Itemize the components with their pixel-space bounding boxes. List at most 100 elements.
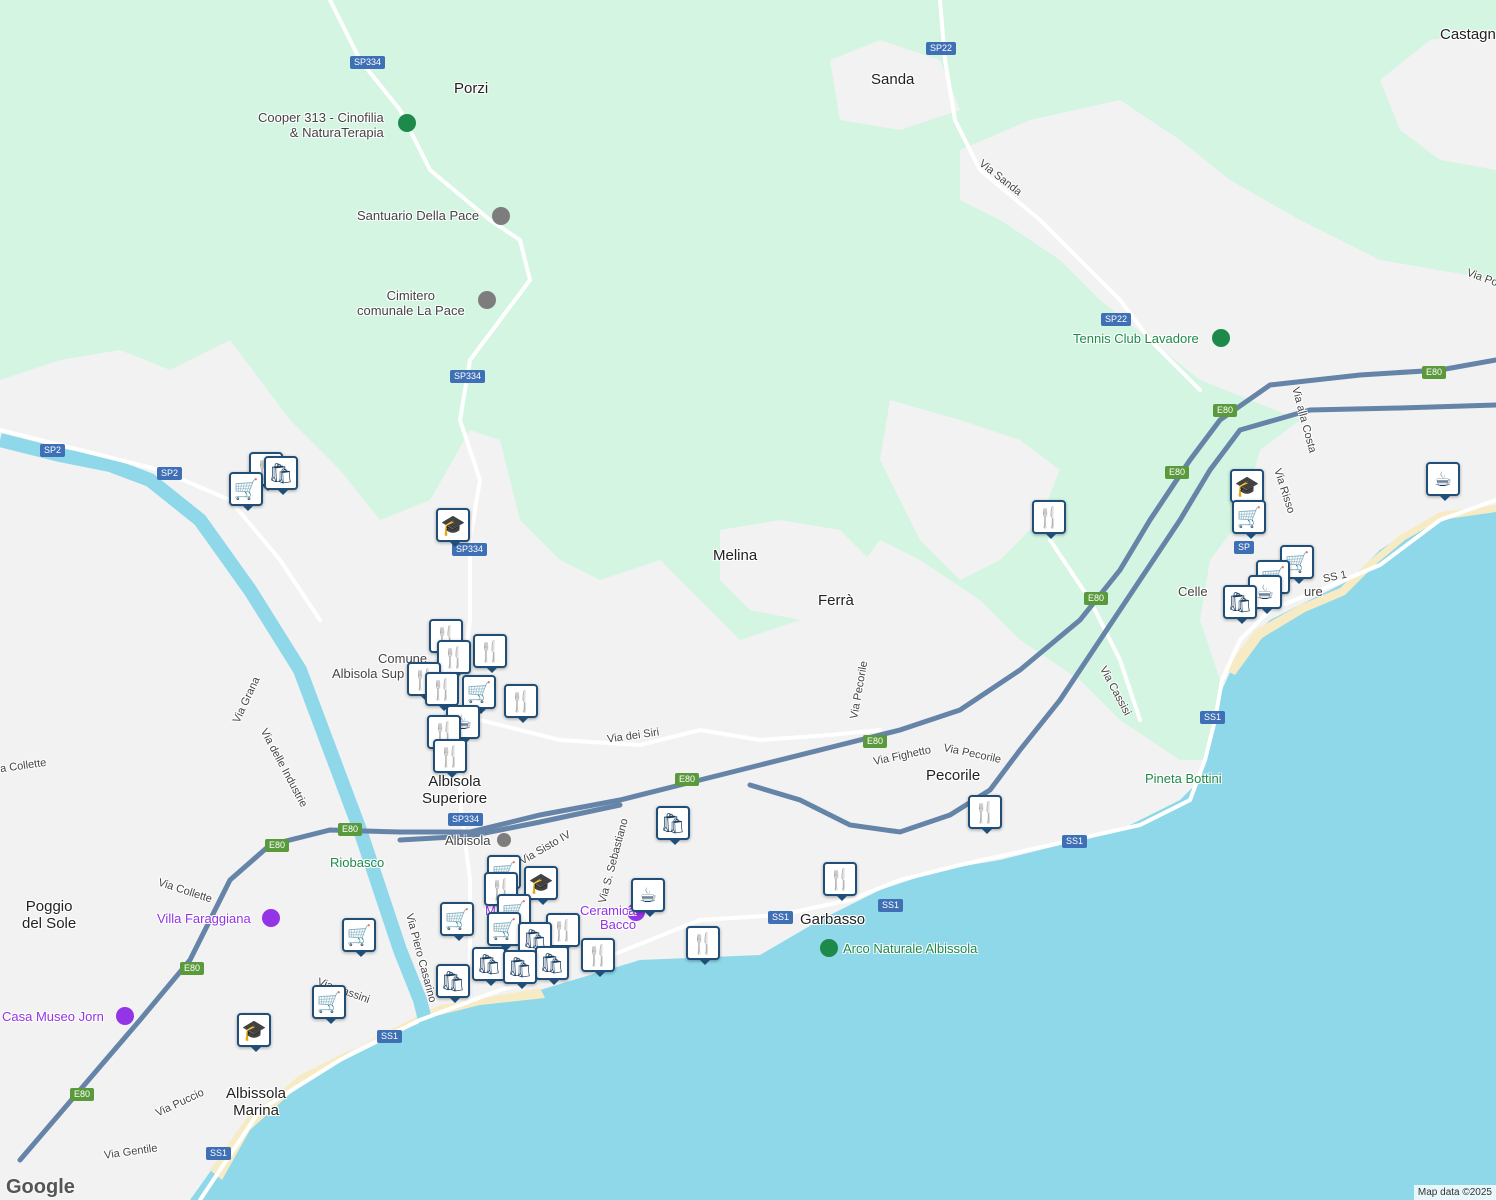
place-albissola-marina-line2: Marina: [233, 1102, 279, 1119]
place-porzi: Porzi: [454, 80, 489, 97]
restaurant-icon: 🍴: [508, 689, 534, 713]
shopping-bag-icon: 🛍: [476, 952, 502, 976]
shield-e80: E80: [1422, 366, 1447, 379]
shopping-marker[interactable]: 🛒: [487, 912, 521, 951]
place-poggio-line2: del Sole: [22, 915, 77, 932]
shopping-marker[interactable]: 🛒: [440, 902, 474, 941]
school-marker[interactable]: 🎓: [1230, 469, 1264, 508]
shopping-marker[interactable]: 🛒: [1232, 500, 1266, 539]
shield-e80: E80: [180, 962, 205, 975]
restaurant-marker[interactable]: 🍴: [823, 862, 857, 901]
restaurant-marker[interactable]: 🍴: [433, 739, 467, 778]
train-station-icon[interactable]: [497, 833, 511, 847]
cafe-icon: ☕: [639, 883, 657, 907]
poi-cimitero[interactable]: Cimitero comunale La Pace: [357, 288, 465, 318]
poi-santuario[interactable]: Santuario Della Pace: [357, 208, 479, 223]
poi-villa[interactable]: Villa Faraggiana: [157, 911, 251, 926]
store-marker[interactable]: 🛍: [472, 947, 506, 986]
cafe-marker[interactable]: ☕: [631, 878, 665, 917]
store-marker[interactable]: 🛍: [436, 964, 470, 1003]
place-sanda: Sanda: [871, 71, 915, 88]
shopping-cart-icon: 🛒: [466, 680, 492, 704]
place-celle: Celle: [1178, 584, 1208, 599]
tennis-icon[interactable]: [1212, 329, 1230, 347]
restaurant-icon: 🍴: [690, 931, 716, 955]
poi-arco[interactable]: Arco Naturale Albissola: [843, 941, 977, 956]
shield-ss1: SS1: [878, 899, 904, 912]
restaurant-icon: 🍴: [437, 744, 463, 768]
shield-sp334: SP334: [350, 56, 386, 69]
arch-icon[interactable]: [820, 939, 838, 957]
shopping-bag-icon: 🛍: [1227, 590, 1253, 614]
place-ferra: Ferrà: [818, 592, 854, 609]
shopping-cart-icon: 🛒: [316, 990, 342, 1014]
restaurant-marker[interactable]: 🍴: [686, 926, 720, 965]
cafe-icon: ☕: [1434, 467, 1452, 491]
poi-tennis[interactable]: Tennis Club Lavadore: [1073, 331, 1199, 346]
restaurant-icon: 🍴: [827, 867, 853, 891]
shopping-bag-icon: 🛍: [660, 811, 686, 835]
restaurant-icon: 🍴: [477, 639, 503, 663]
place-melina: Melina: [713, 547, 758, 564]
shield-sp334: SP334: [448, 813, 484, 826]
poi-cooper[interactable]: Cooper 313 - Cinofilia & NaturaTerapia: [258, 110, 384, 140]
store-marker[interactable]: 🛍: [1223, 585, 1257, 624]
restaurant-marker[interactable]: 🍴: [968, 795, 1002, 834]
poi-pineta[interactable]: Pineta Bottini: [1145, 771, 1222, 786]
poi-casa-museo[interactable]: Casa Museo Jorn: [2, 1009, 104, 1024]
school-icon: 🎓: [241, 1018, 267, 1042]
restaurant-marker[interactable]: 🍴: [1032, 500, 1066, 539]
restaurant-icon: 🍴: [1036, 505, 1062, 529]
shopping-marker[interactable]: 🛒: [312, 985, 346, 1024]
shopping-cart-icon: 🛒: [346, 923, 372, 947]
restaurant-icon: 🍴: [429, 677, 455, 701]
place-albissola-marina: Albissola Marina: [226, 1085, 286, 1119]
store-marker[interactable]: 🛍: [535, 946, 569, 985]
shield-e80: E80: [675, 773, 700, 786]
poi-albisola-station[interactable]: Albisola: [445, 833, 491, 848]
shopping-marker[interactable]: 🛒: [229, 472, 263, 511]
shield-sp2: SP2: [157, 467, 183, 480]
restaurant-marker[interactable]: 🍴: [473, 634, 507, 673]
restaurant-marker[interactable]: 🍴: [437, 640, 471, 679]
restaurant-icon: 🍴: [441, 645, 467, 669]
poi-cooper-line1: Cooper 313 - Cinofilia: [258, 110, 384, 125]
shield-e80: E80: [1213, 404, 1238, 417]
shopping-cart-icon: 🛒: [233, 477, 259, 501]
restaurant-marker[interactable]: 🍴: [504, 684, 538, 723]
restaurant-marker[interactable]: 🍴: [425, 672, 459, 711]
shield-e80: E80: [265, 839, 290, 852]
school-icon: 🎓: [440, 513, 466, 537]
place-poggio-line1: Poggio: [25, 898, 73, 915]
cafe-marker[interactable]: ☕: [1426, 462, 1460, 501]
church-icon[interactable]: [492, 207, 510, 225]
shield-sp334: SP334: [450, 370, 486, 383]
poi-cimitero-line1: Cimitero: [386, 288, 436, 303]
shield-ss1: SS1: [1200, 711, 1226, 724]
shopping-marker[interactable]: 🛒: [342, 918, 376, 957]
place-pecorile: Pecorile: [926, 767, 981, 784]
park-icon[interactable]: [398, 114, 416, 132]
shield-e80: E80: [863, 735, 888, 748]
villa-museum-icon[interactable]: [262, 909, 280, 927]
shopping-cart-icon: 🛒: [444, 907, 470, 931]
shield-sp-celle: SP: [1234, 541, 1255, 554]
poi-museo-bacco: Bacco: [600, 917, 637, 932]
store-marker[interactable]: 🛍: [656, 806, 690, 845]
restaurant-icon: 🍴: [585, 943, 611, 967]
place-celle-ligure: ure: [1304, 584, 1323, 599]
map-attribution[interactable]: Map data ©2025: [1413, 1185, 1496, 1200]
shopping-cart-icon: 🛒: [1236, 505, 1262, 529]
shield-e80: E80: [70, 1088, 95, 1101]
cemetery-icon[interactable]: [478, 291, 496, 309]
school-marker[interactable]: 🎓: [436, 508, 470, 547]
store-marker[interactable]: 🛍: [503, 950, 537, 989]
casa-museo-icon[interactable]: [116, 1007, 134, 1025]
store-marker[interactable]: 🛍: [264, 456, 298, 495]
restaurant-marker[interactable]: 🍴: [581, 938, 615, 977]
google-logo[interactable]: Google: [6, 1176, 75, 1199]
school-marker[interactable]: 🎓: [237, 1013, 271, 1052]
shopping-marker[interactable]: 🛒: [462, 675, 496, 714]
place-garbasso: Garbasso: [800, 911, 866, 928]
poi-museo-ceramica: Ceramica: [580, 903, 636, 918]
